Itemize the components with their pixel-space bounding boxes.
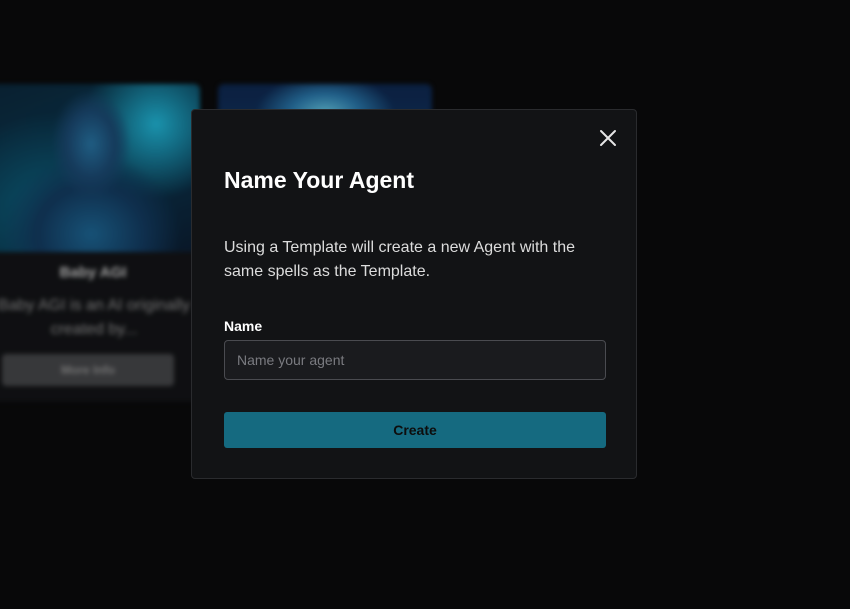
agent-name-input[interactable]	[224, 340, 606, 380]
dialog-description: Using a Template will create a new Agent…	[224, 239, 576, 280]
dialog-title: Name Your Agent	[224, 167, 414, 193]
name-agent-dialog: Name Your Agent Using a Template will cr…	[191, 109, 637, 479]
create-button[interactable]: Create	[224, 412, 606, 448]
close-icon	[600, 130, 616, 146]
page: Baby AGI Baby AGI is an AI originally cr…	[0, 0, 850, 609]
name-label: Name	[224, 318, 263, 334]
close-button[interactable]	[598, 128, 618, 148]
